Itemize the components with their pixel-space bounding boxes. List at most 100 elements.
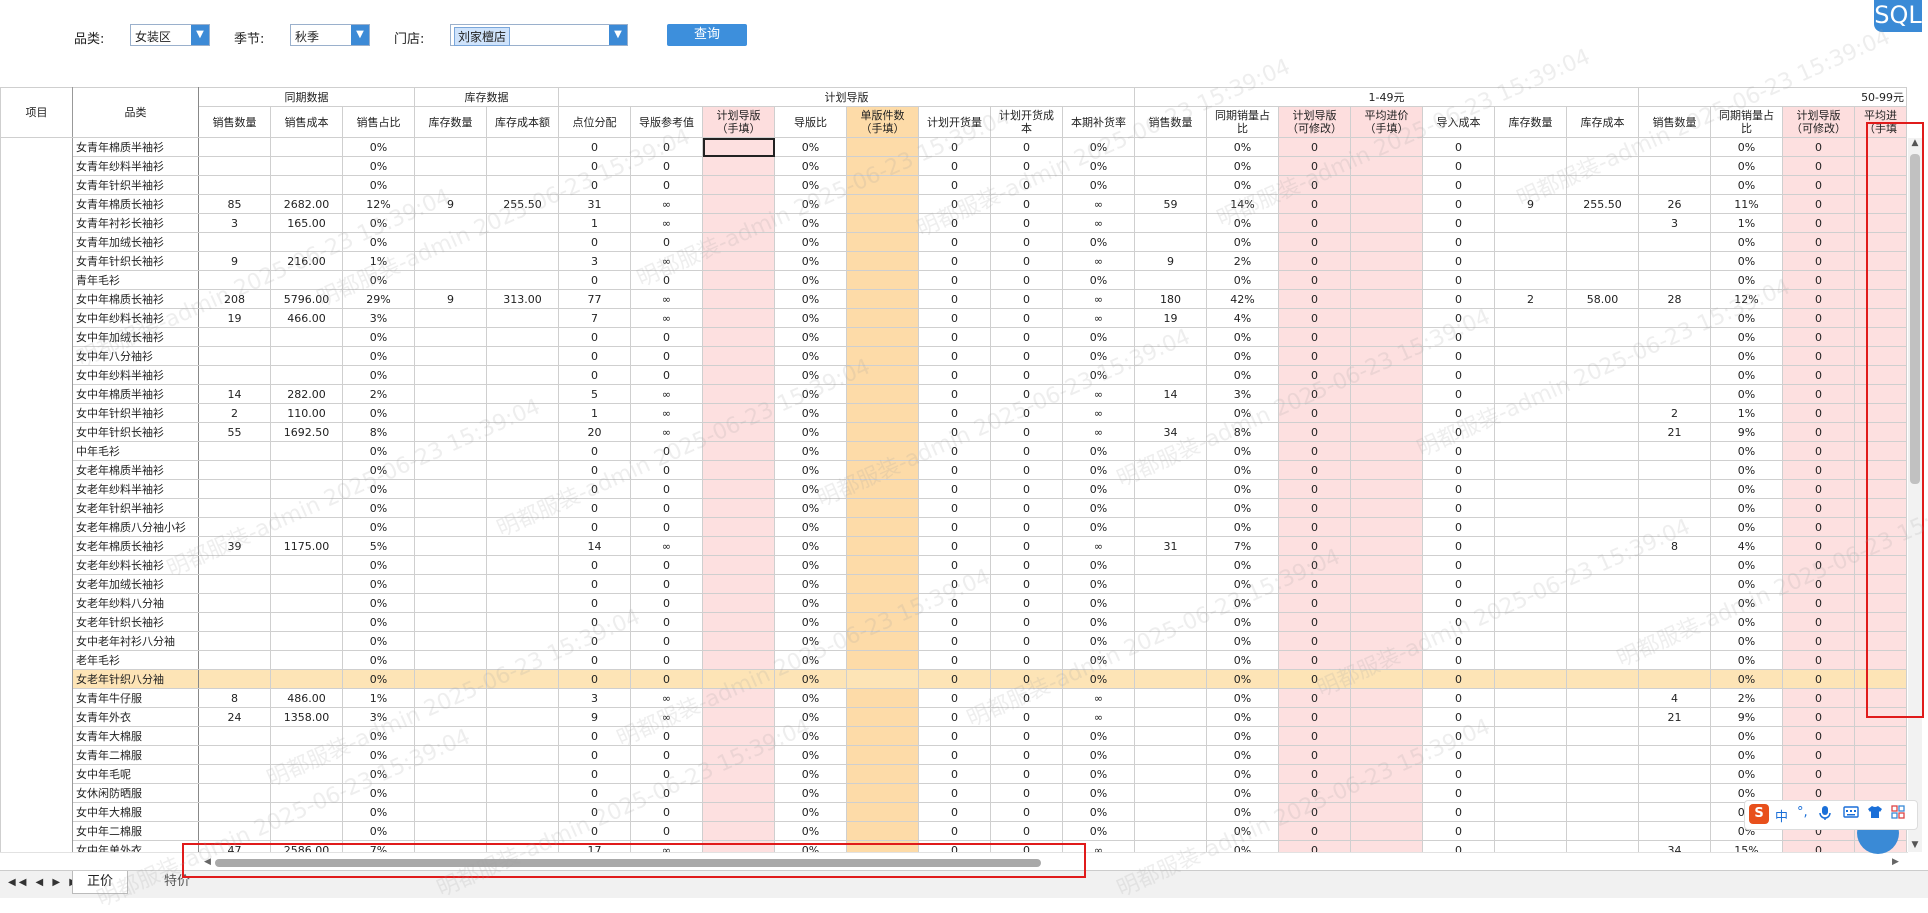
data-cell[interactable]: 0: [558, 498, 631, 518]
data-cell[interactable]: 0%: [1710, 137, 1783, 157]
data-cell[interactable]: 0: [630, 460, 703, 480]
data-cell[interactable]: 110.00: [270, 403, 343, 423]
data-cell[interactable]: [1638, 593, 1711, 613]
data-cell[interactable]: 0: [558, 346, 631, 366]
category-cell[interactable]: 女老年棉质八分袖小衫: [72, 517, 199, 537]
data-cell[interactable]: [270, 517, 343, 537]
data-cell[interactable]: [486, 460, 559, 480]
data-cell[interactable]: 0%: [774, 384, 847, 404]
data-cell[interactable]: [270, 612, 343, 632]
data-cell[interactable]: [846, 156, 919, 176]
data-cell[interactable]: [846, 498, 919, 518]
data-cell[interactable]: 0: [990, 536, 1063, 556]
data-cell[interactable]: [846, 631, 919, 651]
data-cell[interactable]: [1638, 137, 1711, 157]
data-cell[interactable]: 0: [918, 422, 991, 442]
data-cell[interactable]: 0%: [1206, 745, 1279, 765]
data-cell[interactable]: [486, 745, 559, 765]
data-cell[interactable]: 0%: [1062, 460, 1135, 480]
data-cell[interactable]: 0: [990, 745, 1063, 765]
data-cell[interactable]: 5%: [342, 536, 415, 556]
data-cell[interactable]: [702, 631, 775, 651]
data-cell[interactable]: [1566, 840, 1639, 852]
data-cell[interactable]: [198, 479, 271, 499]
data-cell[interactable]: [1566, 688, 1639, 708]
data-cell[interactable]: [846, 688, 919, 708]
data-cell[interactable]: 11%: [1710, 194, 1783, 214]
data-cell[interactable]: [486, 403, 559, 423]
chevron-down-icon[interactable]: ▼: [609, 25, 627, 45]
data-cell[interactable]: [1494, 346, 1567, 366]
data-cell[interactable]: [702, 156, 775, 176]
data-cell[interactable]: 0: [990, 346, 1063, 366]
data-cell[interactable]: ∞: [1062, 194, 1135, 214]
data-cell[interactable]: [1494, 574, 1567, 594]
data-cell[interactable]: 0: [990, 327, 1063, 347]
data-cell[interactable]: [1638, 175, 1711, 195]
data-cell[interactable]: 0: [1782, 517, 1855, 537]
data-cell[interactable]: 0%: [774, 517, 847, 537]
data-cell[interactable]: [1350, 764, 1423, 784]
data-cell[interactable]: 0%: [1206, 688, 1279, 708]
data-cell[interactable]: [198, 555, 271, 575]
data-cell[interactable]: [1350, 213, 1423, 233]
data-cell[interactable]: [1494, 745, 1567, 765]
category-select[interactable]: 女装区 ▼: [130, 24, 210, 46]
data-cell[interactable]: [1350, 536, 1423, 556]
data-cell[interactable]: [846, 555, 919, 575]
data-cell[interactable]: 0: [918, 251, 991, 271]
data-cell[interactable]: 0%: [774, 308, 847, 328]
data-cell[interactable]: [198, 802, 271, 822]
category-cell[interactable]: 女中年针织长袖衫: [72, 422, 199, 442]
category-cell[interactable]: 女中年单外衣: [72, 840, 199, 852]
data-cell[interactable]: 0%: [774, 213, 847, 233]
data-cell[interactable]: [846, 308, 919, 328]
data-cell[interactable]: [846, 251, 919, 271]
data-cell[interactable]: 0: [918, 384, 991, 404]
data-cell[interactable]: 0: [990, 232, 1063, 252]
data-cell[interactable]: 0%: [1062, 156, 1135, 176]
data-cell[interactable]: 0: [918, 213, 991, 233]
sheet-tab-regular[interactable]: 正价: [72, 871, 129, 894]
data-cell[interactable]: [270, 745, 343, 765]
data-cell[interactable]: [702, 213, 775, 233]
data-cell[interactable]: 3%: [342, 707, 415, 727]
data-cell[interactable]: [1638, 517, 1711, 537]
data-cell[interactable]: 0%: [1206, 346, 1279, 366]
data-cell[interactable]: 0%: [1206, 802, 1279, 822]
data-cell[interactable]: [486, 479, 559, 499]
data-cell[interactable]: 0%: [1062, 821, 1135, 841]
data-cell[interactable]: [1853, 764, 1908, 784]
data-cell[interactable]: 2%: [1206, 251, 1279, 271]
data-cell[interactable]: [1494, 669, 1567, 689]
data-cell[interactable]: 0: [1422, 327, 1495, 347]
data-cell[interactable]: 0: [1278, 289, 1351, 309]
data-cell[interactable]: 0: [1278, 593, 1351, 613]
data-cell[interactable]: [1638, 251, 1711, 271]
data-cell[interactable]: [1494, 479, 1567, 499]
data-cell[interactable]: 0: [1278, 194, 1351, 214]
data-cell[interactable]: 0%: [774, 422, 847, 442]
data-cell[interactable]: [198, 232, 271, 252]
data-cell[interactable]: [486, 175, 559, 195]
data-cell[interactable]: 0%: [1062, 764, 1135, 784]
data-cell[interactable]: 0%: [1710, 517, 1783, 537]
data-cell[interactable]: [198, 365, 271, 385]
data-cell[interactable]: 0%: [1206, 574, 1279, 594]
data-cell[interactable]: [414, 270, 487, 290]
category-cell[interactable]: 女中年八分袖衫: [72, 346, 199, 366]
data-cell[interactable]: [846, 384, 919, 404]
data-cell[interactable]: 0%: [1206, 593, 1279, 613]
data-cell[interactable]: [702, 232, 775, 252]
data-cell[interactable]: 0%: [1062, 669, 1135, 689]
data-cell[interactable]: 0%: [342, 555, 415, 575]
category-cell[interactable]: 女青年大棉服: [72, 726, 199, 746]
data-cell[interactable]: [414, 232, 487, 252]
data-cell[interactable]: 0: [990, 156, 1063, 176]
data-cell[interactable]: 0: [990, 707, 1063, 727]
category-cell[interactable]: 女中年棉质长袖衫: [72, 289, 199, 309]
data-cell[interactable]: 1%: [1710, 403, 1783, 423]
data-cell[interactable]: 0: [1278, 745, 1351, 765]
data-cell[interactable]: 85: [198, 194, 271, 214]
data-cell[interactable]: 0: [1422, 289, 1495, 309]
